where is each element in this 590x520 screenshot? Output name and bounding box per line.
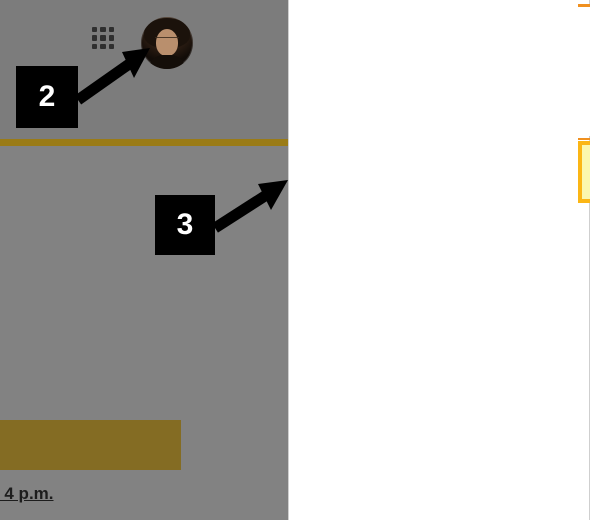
page-gold-divider [0,139,288,146]
account-header[interactable]: Heather Strine- Patterson Account [578,7,590,136]
page-gold-banner [0,420,181,470]
menu-item-event-history[interactable]: Event History [578,203,590,264]
account-menu-list: Event Pass [578,141,590,508]
account-dropdown-panel: Heather Strine- Patterson Account Event … [288,0,590,520]
annotation-callout-2: 2 [16,66,78,128]
menu-item-event-pass[interactable]: Event Pass [578,141,590,203]
screenshot-root: - 4 p.m. 2 3 Heather Strine- Patterson [0,0,590,520]
user-avatar[interactable] [141,17,193,69]
annotation-callout-3: 3 [155,195,215,255]
menu-item-memberships[interactable]: Memberships [578,264,590,325]
page-time-link[interactable]: - 4 p.m. [0,484,54,504]
menu-item-experiences[interactable]: Experiences [578,325,590,386]
panel-header-divider [578,138,590,140]
menu-item-service-hours[interactable]: Service Hours [578,386,590,447]
menu-item-co-curricular-transcript[interactable]: Co-Curricular Transcript [578,447,590,508]
apps-grid-icon[interactable] [92,27,114,49]
